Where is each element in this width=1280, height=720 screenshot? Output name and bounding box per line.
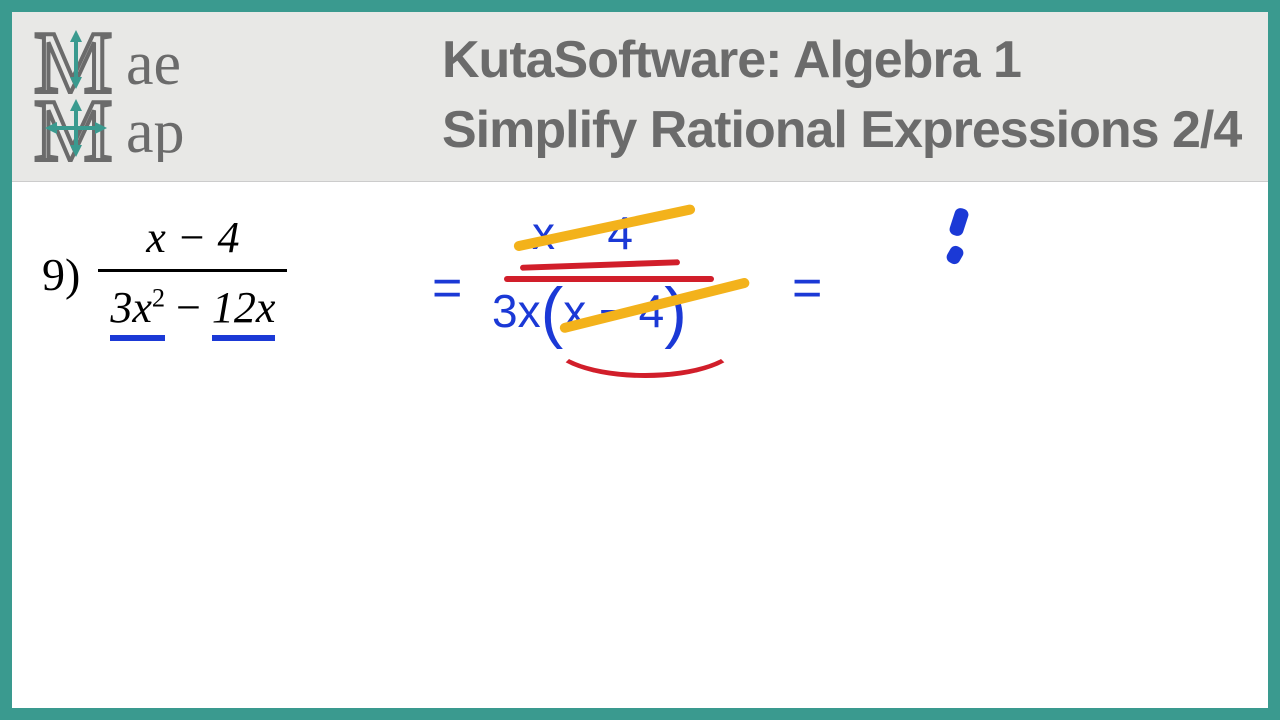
logo-bottom-text: ap: [126, 98, 185, 162]
slide-frame: M M ae ap KutaSoftware: Algebra 1 Simpli…: [0, 0, 1280, 720]
title-block: KutaSoftware: Algebra 1 Simplify Rationa…: [442, 30, 1258, 160]
title-line-1: KutaSoftware: Algebra 1: [442, 30, 1258, 90]
problem-row: 9) x − 4 3x2 − 12x: [42, 212, 1238, 341]
slide-header: M M ae ap KutaSoftware: Algebra 1 Simpli…: [12, 12, 1268, 182]
slide-content: 9) x − 4 3x2 − 12x = x − 4: [12, 182, 1268, 371]
logo-top-text: ae: [126, 30, 181, 98]
denom-rhs: − 12x: [176, 283, 275, 332]
problem-fraction: x − 4 3x2 − 12x: [98, 212, 287, 341]
title-line-2: Simplify Rational Expressions 2/4: [442, 100, 1258, 160]
maemap-logo: M M ae ap: [32, 22, 332, 162]
problem-number: 9): [42, 212, 80, 301]
denom-lhs: 3x2: [110, 283, 165, 332]
numerator-text: x − 4: [146, 213, 239, 262]
